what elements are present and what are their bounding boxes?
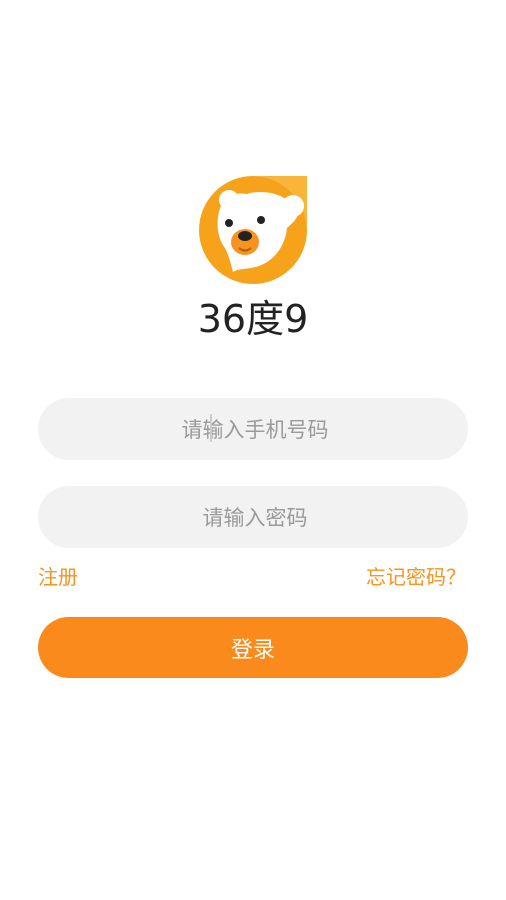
login-button[interactable]: 登录 [38, 617, 468, 678]
text-caret [210, 414, 212, 442]
password-input[interactable] [38, 486, 472, 550]
forgot-password-link[interactable]: 忘记密码？ [366, 563, 466, 591]
bear-logo-icon [199, 176, 307, 284]
register-link[interactable]: 注册 [38, 563, 78, 591]
login-screen: 36度9 注册 忘记密码？ 登录 [0, 0, 506, 900]
password-field[interactable] [38, 486, 472, 550]
phone-input[interactable] [38, 398, 472, 462]
app-name: 36度9 [197, 297, 309, 341]
phone-field[interactable] [38, 398, 472, 462]
